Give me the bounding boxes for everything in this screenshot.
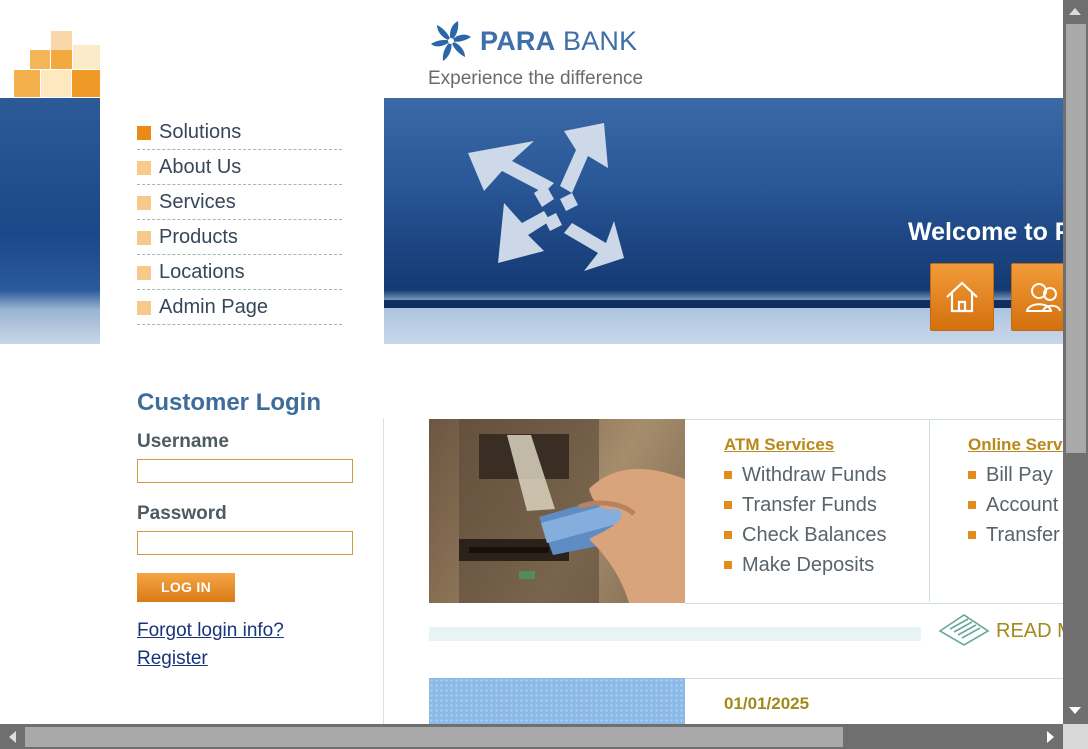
forgot-login-link[interactable]: Forgot login info?	[137, 620, 284, 642]
bullet-icon	[724, 471, 732, 479]
read-more-bar	[429, 627, 921, 641]
scroll-down-icon[interactable]	[1069, 707, 1081, 714]
nav-label: Solutions	[159, 121, 242, 143]
home-button[interactable]	[930, 263, 994, 331]
nav-item-locations[interactable]: Locations	[137, 256, 342, 290]
nav-item-products[interactable]: Products	[137, 221, 342, 255]
atm-services-list: Withdraw Funds Transfer Funds Check Bala…	[724, 460, 887, 580]
horizontal-scroll-thumb[interactable]	[25, 727, 843, 747]
news-date: 01/01/2025	[724, 694, 810, 713]
nav-item-about-us[interactable]: About Us	[137, 151, 342, 185]
header-left-band	[0, 98, 100, 344]
list-item[interactable]: Check Balances	[724, 520, 887, 550]
list-item[interactable]: Bill Pay	[968, 460, 1060, 490]
scroll-up-icon[interactable]	[1069, 8, 1081, 15]
bullet-icon	[137, 195, 151, 210]
bullet-icon	[137, 230, 151, 245]
brand-name: PARA BANK	[480, 25, 638, 56]
nav-label: About Us	[159, 156, 242, 178]
welcome-text: Welcome to P	[908, 218, 1063, 246]
list-item[interactable]: Transfer Funds	[724, 490, 887, 520]
read-more-link[interactable]: READ M	[996, 620, 1063, 642]
list-item[interactable]: Withdraw Funds	[724, 460, 887, 490]
column-divider	[383, 418, 384, 724]
nav-item-services[interactable]: Services	[137, 186, 342, 220]
register-link[interactable]: Register	[137, 648, 208, 670]
document-icon	[938, 614, 990, 646]
nav-label: Products	[159, 226, 238, 248]
pinwheel-icon	[431, 21, 471, 61]
bullet-icon	[724, 501, 732, 509]
list-item[interactable]: Make Deposits	[724, 550, 887, 580]
bullet-icon	[137, 300, 151, 315]
nav-label: Admin Page	[159, 296, 268, 318]
bullet-icon	[968, 501, 976, 509]
news-photo	[429, 678, 685, 724]
list-item[interactable]: Transfer	[968, 520, 1060, 550]
username-label: Username	[137, 431, 229, 452]
login-button[interactable]: LOG IN	[137, 573, 235, 602]
scroll-left-icon[interactable]	[9, 731, 16, 743]
scrollbar-corner	[1063, 724, 1088, 749]
list-item[interactable]: Account	[968, 490, 1060, 520]
password-input[interactable]	[137, 531, 353, 555]
online-services-link[interactable]: Online Serv	[968, 435, 1062, 455]
bullet-icon	[137, 160, 151, 175]
password-label: Password	[137, 503, 227, 524]
news-divider	[685, 678, 1063, 679]
bullet-icon	[968, 531, 976, 539]
arrows-graphic-icon	[468, 123, 624, 271]
username-input[interactable]	[137, 459, 353, 483]
hero-banner: Welcome to P	[384, 98, 1063, 344]
vertical-scroll-thumb[interactable]	[1066, 24, 1086, 453]
nav-label: Locations	[159, 261, 245, 283]
read-more-clip: READ M	[996, 620, 1063, 646]
bullet-icon	[137, 265, 151, 280]
bullet-icon	[724, 531, 732, 539]
online-services-list: Bill Pay Account Transfer	[968, 460, 1060, 550]
atm-services-link[interactable]: ATM Services	[724, 435, 834, 455]
nav-item-solutions[interactable]: Solutions	[137, 116, 342, 150]
nav-item-admin-page[interactable]: Admin Page	[137, 291, 342, 325]
online-services-column: Online Serv Bill Pay Account Transfer	[930, 419, 1063, 602]
login-title: Customer Login	[137, 389, 321, 416]
contact-icon	[1025, 283, 1061, 312]
brand-logo[interactable]: PARA BANK	[428, 18, 637, 64]
bullet-icon	[968, 471, 976, 479]
atm-photo	[429, 419, 685, 603]
bullet-icon	[137, 125, 151, 140]
contact-button[interactable]	[1011, 263, 1063, 331]
bullet-icon	[724, 561, 732, 569]
tagline: Experience the difference	[428, 68, 644, 89]
nav-label: Services	[159, 191, 236, 213]
home-icon	[946, 281, 978, 313]
left-nav-menu: Solutions About Us Services Products Loc…	[137, 116, 342, 326]
scroll-right-icon[interactable]	[1047, 731, 1054, 743]
